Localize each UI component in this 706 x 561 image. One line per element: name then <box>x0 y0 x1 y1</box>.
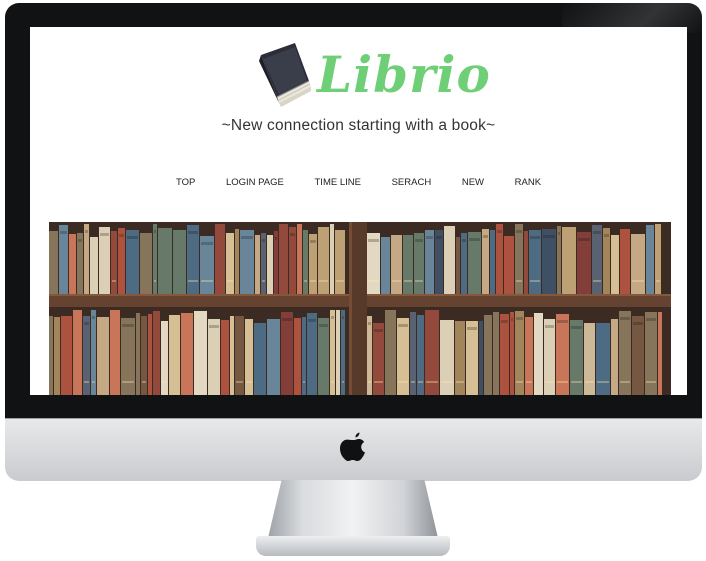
monitor-stand <box>268 480 438 538</box>
monitor-bezel: Librio ~New connection starting with a b… <box>5 3 702 418</box>
nav-item-rank[interactable]: RANK <box>515 177 541 188</box>
site-logo[interactable]: Librio <box>255 41 490 111</box>
hero-bookshelf-image <box>49 222 671 395</box>
bookshelf-illustration <box>49 222 671 395</box>
nav-item-search[interactable]: SERACH <box>392 177 432 188</box>
monitor-stand-base <box>256 536 450 556</box>
book-logo-icon <box>259 43 311 107</box>
monitor-screen: Librio ~New connection starting with a b… <box>30 27 687 395</box>
apple-logo-icon <box>340 432 365 461</box>
nav-item-login-page[interactable]: LOGIN PAGE <box>226 177 284 188</box>
monitor-chin <box>5 418 702 481</box>
nav-item-top[interactable]: TOP <box>176 177 195 188</box>
site-tagline: ~New connection starting with a book~ <box>221 117 496 134</box>
main-nav: TOP LOGIN PAGE TIME LINE SERACH NEW RANK <box>30 177 687 188</box>
nav-item-time-line[interactable]: TIME LINE <box>315 177 361 188</box>
site-brand-name: Librio <box>317 45 491 104</box>
nav-item-new[interactable]: NEW <box>462 177 484 188</box>
